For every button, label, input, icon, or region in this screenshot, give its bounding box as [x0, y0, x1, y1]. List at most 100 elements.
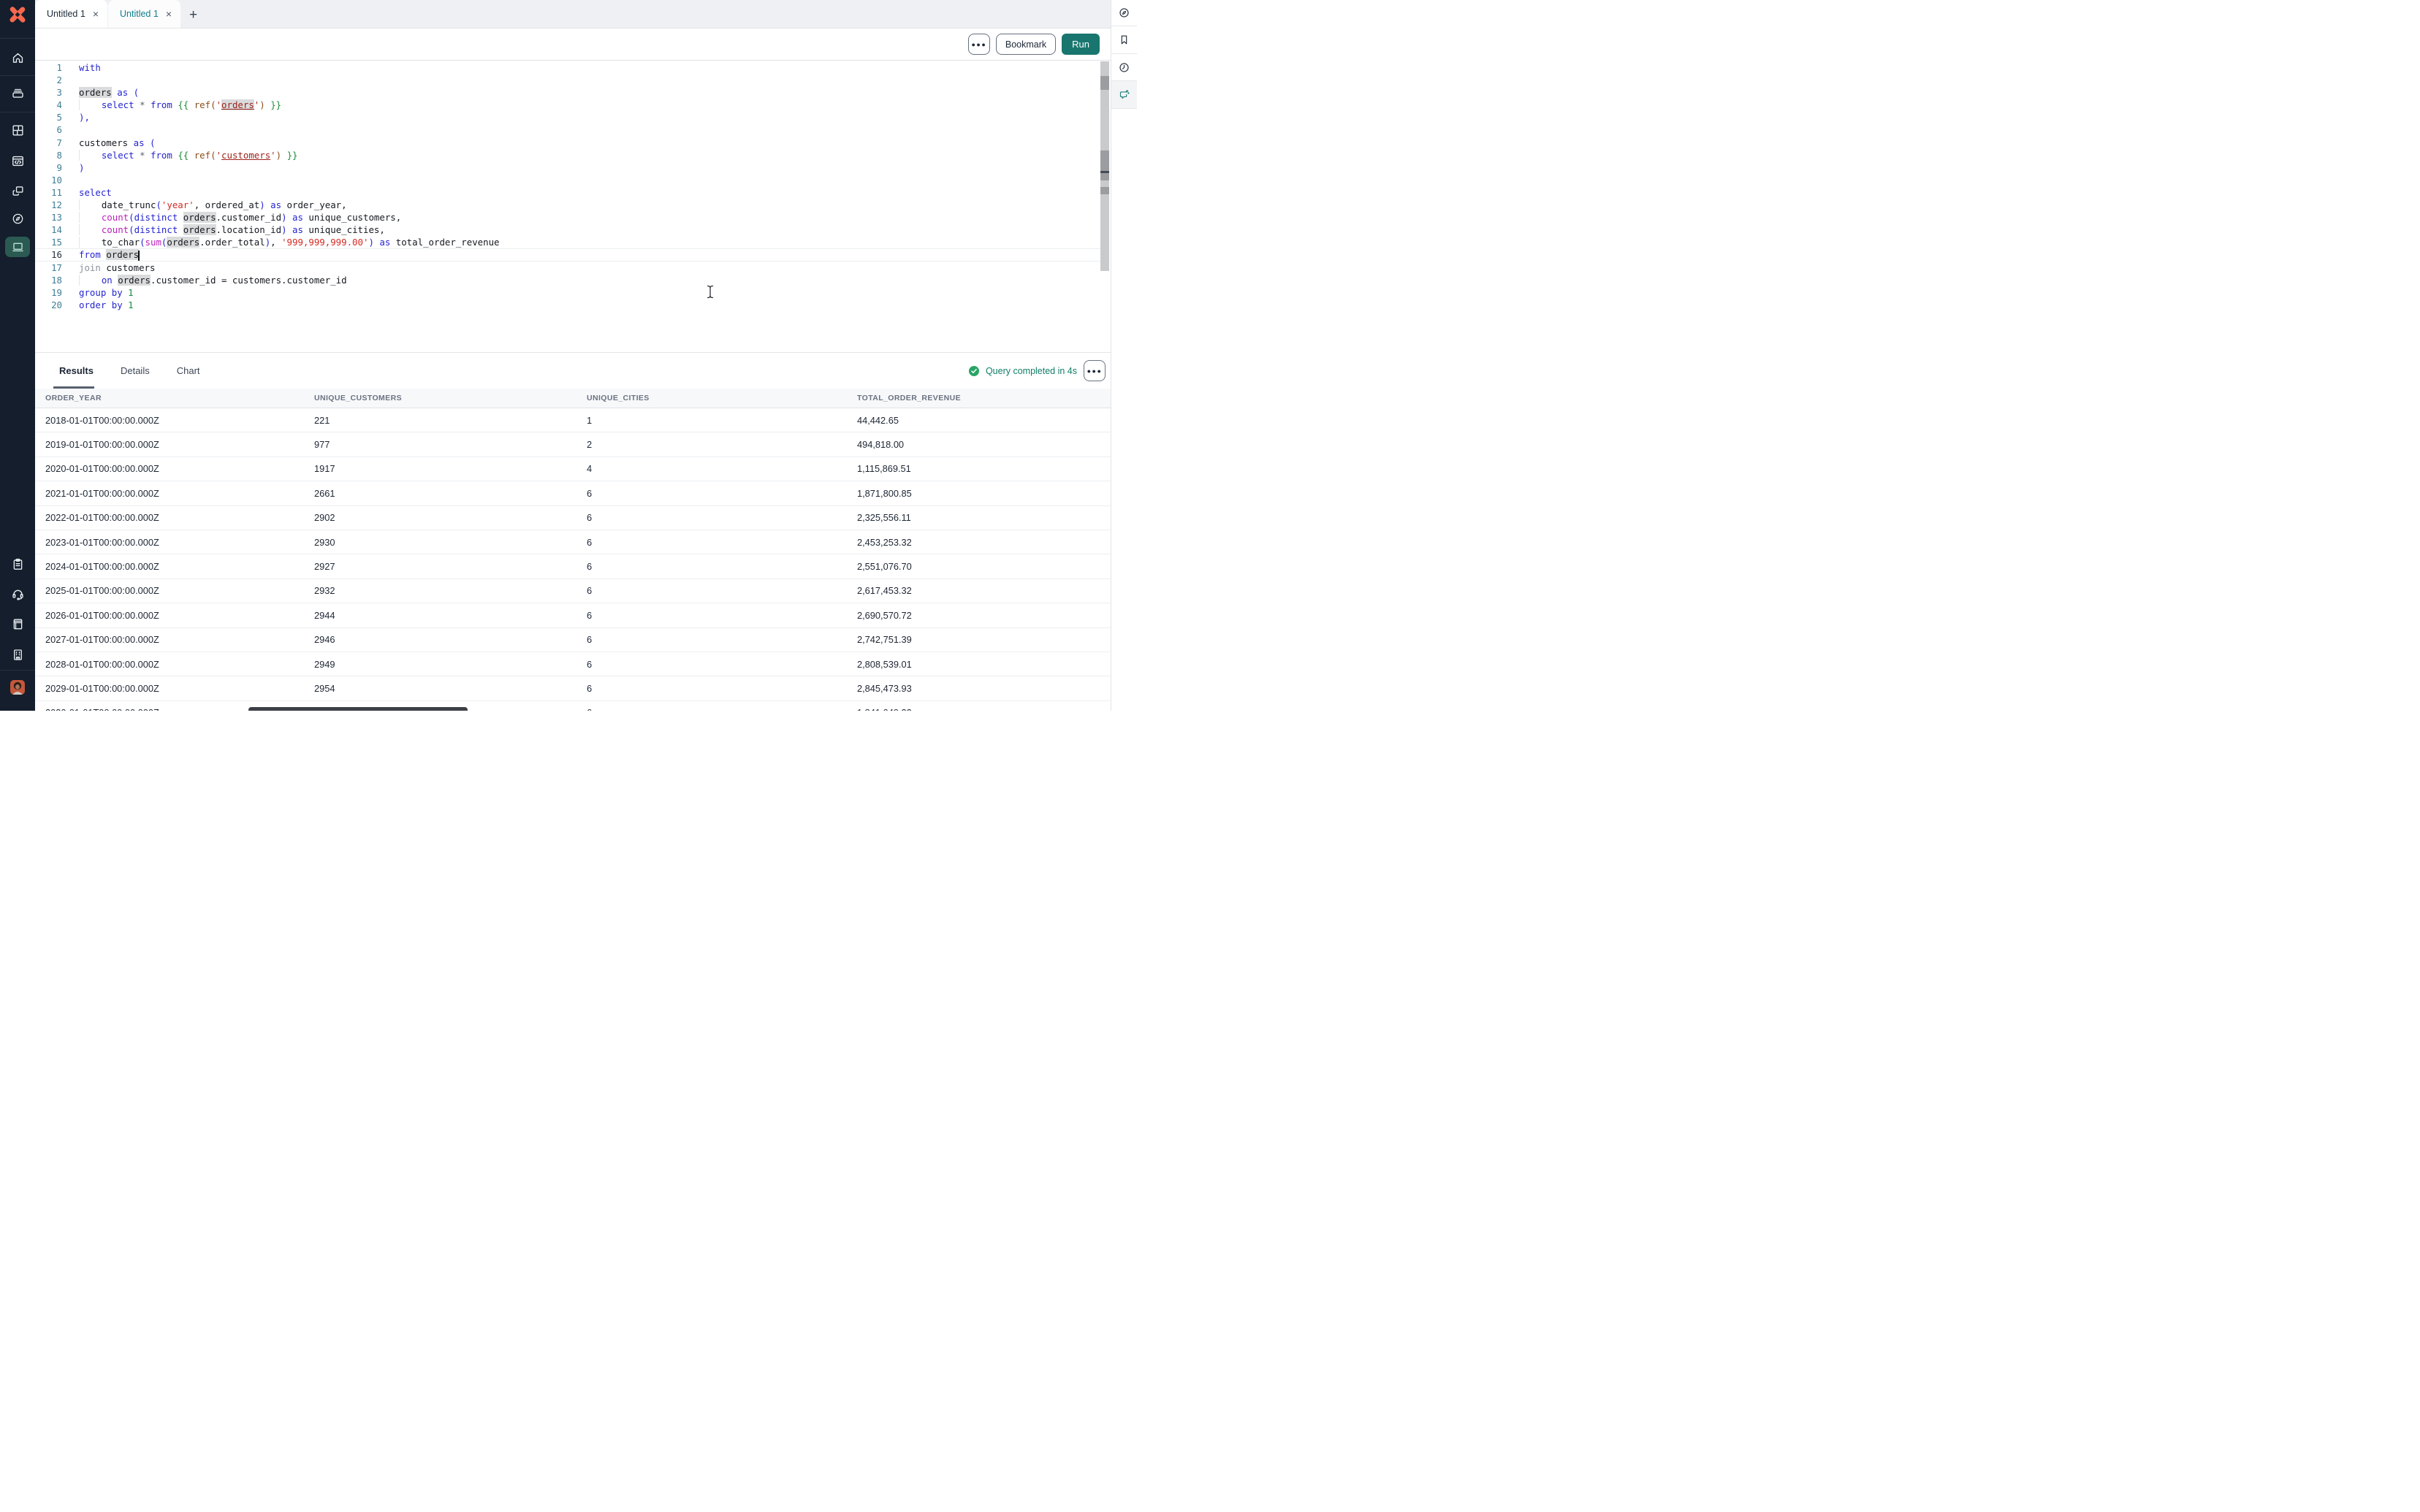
- table-cell: 2,690,570.72: [847, 610, 1111, 621]
- history-clock-icon[interactable]: [1111, 54, 1137, 81]
- code-line[interactable]: 17join customers: [35, 261, 1111, 274]
- table-row[interactable]: 2024-01-01T00:00:00.000Z292762,551,076.7…: [35, 554, 1111, 579]
- code-line[interactable]: 16from orders: [35, 248, 1111, 261]
- close-icon[interactable]: ×: [93, 9, 99, 19]
- table-row[interactable]: 2019-01-01T00:00:00.000Z9772494,818.00: [35, 432, 1111, 457]
- scrollbar-thumb[interactable]: [1100, 150, 1109, 180]
- code-window-icon[interactable]: [0, 154, 35, 168]
- table-cell: 1,115,869.51: [847, 463, 1111, 474]
- table-cell: 977: [304, 439, 577, 450]
- code-line[interactable]: 10: [35, 174, 1111, 186]
- line-number: 9: [35, 161, 62, 174]
- code-line[interactable]: 18 on orders.customer_id = customers.cus…: [35, 274, 1111, 286]
- table-row[interactable]: 2023-01-01T00:00:00.000Z293062,453,253.3…: [35, 530, 1111, 554]
- table-row[interactable]: 2022-01-01T00:00:00.000Z290262,325,556.1…: [35, 506, 1111, 530]
- sql-editor[interactable]: 1with23orders as (4 select * from {{ ref…: [35, 61, 1111, 352]
- column-header[interactable]: UNIQUE_CITIES: [577, 394, 847, 402]
- apps-grid-icon[interactable]: [0, 123, 35, 137]
- scrollbar-thumb[interactable]: [1100, 76, 1109, 90]
- table-body[interactable]: 2018-01-01T00:00:00.000Z221144,442.65201…: [35, 408, 1111, 711]
- user-avatar[interactable]: [10, 680, 25, 695]
- code-line[interactable]: 19group by 1: [35, 286, 1111, 299]
- organization-building-icon[interactable]: [0, 648, 35, 662]
- line-number: 17: [35, 261, 62, 274]
- table-row[interactable]: 2025-01-01T00:00:00.000Z293262,617,453.3…: [35, 579, 1111, 603]
- table-row[interactable]: 2021-01-01T00:00:00.000Z266161,871,800.8…: [35, 481, 1111, 505]
- run-button[interactable]: Run: [1062, 34, 1100, 55]
- table-cell: 1: [577, 415, 847, 426]
- tab-chart[interactable]: Chart: [177, 353, 200, 389]
- table-cell: 2022-01-01T00:00:00.000Z: [35, 512, 304, 523]
- table-cell: 2025-01-01T00:00:00.000Z: [35, 585, 304, 596]
- code-line[interactable]: 11select: [35, 186, 1111, 199]
- code-line[interactable]: 1with: [35, 61, 1111, 74]
- code-line[interactable]: 15 to_char(sum(orders.order_total), '999…: [35, 236, 1111, 248]
- hex-logo[interactable]: [0, 0, 35, 28]
- tab-untitled-1[interactable]: Untitled 1 ×: [35, 0, 107, 28]
- column-header[interactable]: ORDER_YEAR: [35, 394, 304, 402]
- horizontal-scrollbar-thumb[interactable]: [248, 707, 468, 711]
- table-cell: 2018-01-01T00:00:00.000Z: [35, 415, 304, 426]
- code-line[interactable]: 14 count(distinct orders.location_id) as…: [35, 224, 1111, 236]
- code-line[interactable]: 3orders as (: [35, 86, 1111, 99]
- table-cell: 6: [577, 683, 847, 694]
- code-lines: 1with23orders as (4 select * from {{ ref…: [35, 61, 1111, 311]
- new-tab-button[interactable]: +: [189, 8, 197, 22]
- code-line[interactable]: 13 count(distinct orders.customer_id) as…: [35, 211, 1111, 224]
- tab-results[interactable]: Results: [59, 353, 94, 389]
- code-line[interactable]: 12 date_trunc('year', ordered_at) as ord…: [35, 199, 1111, 211]
- left-sidebar: [0, 0, 35, 711]
- table-cell: 2028-01-01T00:00:00.000Z: [35, 659, 304, 670]
- rail-divider: [0, 75, 35, 76]
- editor-scrollbar[interactable]: [1100, 61, 1109, 271]
- support-headset-icon[interactable]: [0, 587, 35, 601]
- clipboard-icon[interactable]: [0, 557, 35, 571]
- line-number: 15: [35, 236, 62, 248]
- results-tab-bar: Results Details Chart: [35, 353, 1111, 389]
- scrollbar-thumb[interactable]: [1100, 187, 1109, 194]
- code-line[interactable]: 20order by 1: [35, 299, 1111, 311]
- projects-drawer-icon[interactable]: [0, 86, 35, 100]
- bookmark-button[interactable]: Bookmark: [996, 34, 1056, 55]
- line-number: 1: [35, 61, 62, 74]
- templates-windows-icon[interactable]: [0, 184, 35, 198]
- close-icon[interactable]: ×: [166, 9, 172, 19]
- code-line[interactable]: 4 select * from {{ ref('orders') }}: [35, 99, 1111, 111]
- table-row[interactable]: 2030-01-01T00:00:00.000Z287961,841,049.3…: [35, 701, 1111, 711]
- ai-chat-sparkle-icon[interactable]: [1111, 81, 1137, 109]
- code-line[interactable]: 2: [35, 74, 1111, 86]
- explore-compass-icon[interactable]: [0, 212, 35, 226]
- explore-compass-icon[interactable]: [1111, 0, 1137, 26]
- code-line[interactable]: 7customers as (: [35, 137, 1111, 149]
- code-line[interactable]: 5),: [35, 111, 1111, 123]
- table-cell: 2927: [304, 561, 577, 572]
- bookmark-icon[interactable]: [1111, 26, 1137, 54]
- column-header[interactable]: TOTAL_ORDER_REVENUE: [847, 394, 1111, 402]
- table-cell: 4: [577, 463, 847, 474]
- workstation-laptop-icon-active[interactable]: [5, 237, 30, 257]
- tab-bar: Untitled 1 × Untitled 1 × +: [35, 0, 1111, 28]
- table-row[interactable]: 2029-01-01T00:00:00.000Z295462,845,473.9…: [35, 676, 1111, 700]
- tab-details[interactable]: Details: [121, 353, 150, 389]
- code-line[interactable]: 9): [35, 161, 1111, 174]
- library-book-icon[interactable]: [0, 617, 35, 631]
- code-line[interactable]: 6: [35, 123, 1111, 136]
- table-row[interactable]: 2027-01-01T00:00:00.000Z294662,742,751.3…: [35, 628, 1111, 652]
- table-cell: 2902: [304, 512, 577, 523]
- cell-more-button[interactable]: ●●●: [968, 34, 990, 55]
- home-icon[interactable]: [0, 51, 35, 65]
- tab-untitled-2[interactable]: Untitled 1 ×: [108, 0, 180, 28]
- results-more-button[interactable]: ●●●: [1084, 360, 1106, 381]
- code-line[interactable]: 8 select * from {{ ref('customers') }}: [35, 149, 1111, 161]
- table-row[interactable]: 2028-01-01T00:00:00.000Z294962,808,539.0…: [35, 652, 1111, 676]
- table-row[interactable]: 2020-01-01T00:00:00.000Z191741,115,869.5…: [35, 457, 1111, 481]
- line-number: 4: [35, 99, 62, 111]
- table-cell: 2,453,253.32: [847, 537, 1111, 548]
- column-header[interactable]: UNIQUE_CUSTOMERS: [304, 394, 577, 402]
- table-header: ORDER_YEARUNIQUE_CUSTOMERSUNIQUE_CITIEST…: [35, 389, 1111, 408]
- table-row[interactable]: 2018-01-01T00:00:00.000Z221144,442.65: [35, 408, 1111, 432]
- rail-divider: [0, 670, 35, 671]
- line-number: 11: [35, 186, 62, 199]
- table-cell: 6: [577, 585, 847, 596]
- table-row[interactable]: 2026-01-01T00:00:00.000Z294462,690,570.7…: [35, 603, 1111, 627]
